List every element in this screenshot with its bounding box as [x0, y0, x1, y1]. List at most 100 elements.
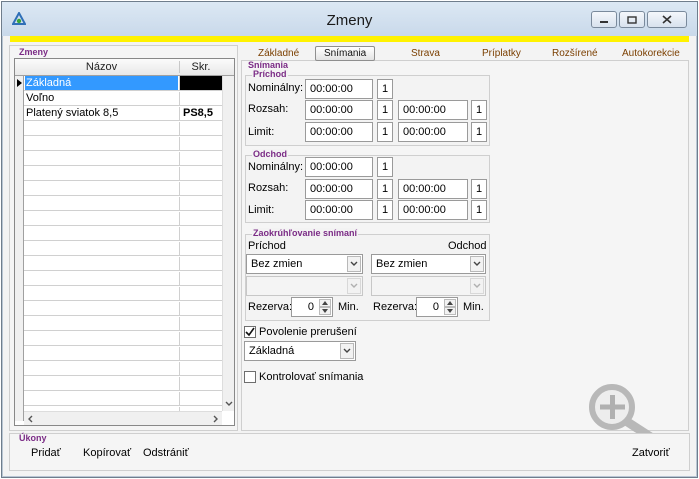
empty-table-row[interactable] — [15, 151, 222, 166]
prichod-rezerva-spinner[interactable]: 0 — [291, 297, 333, 317]
close-button[interactable]: Zatvoriť — [632, 447, 670, 459]
copy-button[interactable]: Kopírovať — [83, 447, 131, 459]
prichod-limit-to[interactable]: 00:00:00 — [398, 122, 468, 142]
empty-table-row[interactable] — [15, 286, 222, 301]
row-code — [179, 182, 222, 196]
scroll-down-icon[interactable] — [223, 399, 235, 409]
odchod-rozsah-from[interactable]: 00:00:00 — [305, 179, 373, 199]
odchod-limit-from-day[interactable]: 1 — [377, 200, 393, 220]
check-punches-label[interactable]: Kontrolovať snímania — [259, 371, 363, 383]
prichod-nominal-day[interactable]: 1 — [377, 79, 393, 99]
actions-group-label: Úkony — [19, 433, 47, 443]
scroll-left-icon[interactable] — [26, 413, 36, 425]
row-name: Platený sviatok 8,5 — [26, 107, 119, 119]
empty-table-row[interactable] — [15, 361, 222, 376]
delete-button[interactable]: Odstrániť — [143, 447, 189, 459]
chevron-down-icon[interactable] — [340, 343, 354, 359]
empty-table-row[interactable] — [15, 331, 222, 346]
maximize-button[interactable] — [619, 11, 645, 28]
scroll-right-icon[interactable] — [210, 413, 220, 425]
chevron-down-icon[interactable] — [347, 256, 361, 272]
row-header — [15, 391, 24, 406]
prichod-rozsah-from-day[interactable]: 1 — [377, 100, 393, 120]
empty-table-row[interactable] — [15, 241, 222, 256]
empty-table-row[interactable] — [15, 136, 222, 151]
row-header — [15, 151, 24, 166]
odchod-rozsah-to[interactable]: 00:00:00 — [398, 179, 468, 199]
chevron-down-icon[interactable] — [470, 256, 484, 272]
row-code — [179, 332, 222, 346]
empty-table-row[interactable] — [15, 316, 222, 331]
current-row-arrow-icon — [17, 79, 22, 87]
interruptions-select[interactable]: Základná — [244, 341, 356, 361]
tab-rozsirene[interactable]: Rozšírené — [552, 48, 598, 59]
vertical-scrollbar[interactable] — [222, 76, 234, 411]
spin-up-icon[interactable] — [444, 299, 456, 307]
horizontal-scrollbar[interactable] — [24, 411, 222, 425]
tab-autokorekcie[interactable]: Autokorekcie — [622, 48, 680, 59]
nominal-label: Nominálny: — [248, 161, 304, 173]
empty-table-row[interactable] — [15, 121, 222, 136]
empty-table-row[interactable] — [15, 196, 222, 211]
empty-table-row[interactable] — [15, 166, 222, 181]
interruptions-label[interactable]: Povolenie prerušení — [259, 326, 357, 338]
table-row[interactable]: Voľno — [15, 91, 222, 106]
table-row-selected[interactable]: Základná — [15, 76, 222, 91]
checkmark-icon — [245, 327, 255, 337]
odchod-nominal-day[interactable]: 1 — [377, 157, 393, 177]
prichod-rezerva-value: 0 — [307, 301, 314, 313]
odchod-rozsah-from-day[interactable]: 1 — [377, 179, 393, 199]
prichod-group-title: Príchod — [252, 69, 288, 79]
rounding-odchod-select[interactable]: Bez zmien — [371, 254, 486, 274]
minimize-button[interactable] — [591, 11, 617, 28]
odchod-limit-from[interactable]: 00:00:00 — [305, 200, 373, 220]
rezerva-label: Rezerva: — [373, 301, 418, 313]
odchod-rezerva-spinner[interactable]: 0 — [416, 297, 458, 317]
limit-label: Limit: — [248, 204, 275, 216]
prichod-limit-to-day[interactable]: 1 — [471, 122, 487, 142]
shifts-table[interactable]: Názov Skr. Základná Voľno Platený sviato… — [14, 58, 235, 426]
empty-table-row[interactable] — [15, 181, 222, 196]
rounding-prichod-select[interactable]: Bez zmien — [246, 254, 363, 274]
spin-up-icon[interactable] — [319, 299, 331, 307]
empty-table-row[interactable] — [15, 211, 222, 226]
column-header-code[interactable]: Skr. — [179, 61, 222, 73]
prichod-rozsah-to[interactable]: 00:00:00 — [398, 100, 468, 120]
empty-table-row[interactable] — [15, 301, 222, 316]
spin-down-icon[interactable] — [319, 307, 331, 315]
add-button[interactable]: Pridať — [31, 447, 61, 459]
nominal-label: Nominálny: — [248, 82, 304, 94]
row-code: PS8,5 — [179, 107, 222, 121]
interruptions-checkbox[interactable] — [244, 326, 256, 338]
tab-priplatky[interactable]: Príplatky — [482, 48, 521, 59]
spin-down-icon[interactable] — [444, 307, 456, 315]
column-header-name[interactable]: Názov — [24, 61, 179, 73]
tab-strava[interactable]: Strava — [411, 48, 440, 59]
rounding-odchod-secondary-select[interactable] — [371, 276, 486, 296]
odchod-limit-to[interactable]: 00:00:00 — [398, 200, 468, 220]
prichod-limit-from[interactable]: 00:00:00 — [305, 122, 373, 142]
odchod-nominal-time[interactable]: 00:00:00 — [305, 157, 373, 177]
row-code — [179, 122, 222, 136]
prichod-nominal-time[interactable]: 00:00:00 — [305, 79, 373, 99]
empty-table-row[interactable] — [15, 226, 222, 241]
tab-zakladne[interactable]: Základné — [258, 48, 299, 59]
odchod-limit-to-day[interactable]: 1 — [471, 200, 487, 220]
prichod-rozsah-from[interactable]: 00:00:00 — [305, 100, 373, 120]
title-bar[interactable]: Zmeny — [2, 2, 697, 36]
empty-table-row[interactable] — [15, 271, 222, 286]
prichod-rozsah-to-day[interactable]: 1 — [471, 100, 487, 120]
prichod-limit-from-day[interactable]: 1 — [377, 122, 393, 142]
close-window-button[interactable] — [647, 11, 687, 28]
odchod-rozsah-to-day[interactable]: 1 — [471, 179, 487, 199]
empty-table-row[interactable] — [15, 346, 222, 361]
tab-snimania[interactable]: Snímania — [315, 46, 376, 61]
rounding-prichod-secondary-select[interactable] — [246, 276, 363, 296]
row-header — [15, 406, 24, 421]
empty-table-row[interactable] — [15, 391, 222, 406]
empty-table-row[interactable] — [15, 256, 222, 271]
table-row[interactable]: Platený sviatok 8,5 PS8,5 — [15, 106, 222, 121]
check-punches-checkbox[interactable] — [244, 371, 256, 383]
rezerva-label: Rezerva: — [248, 301, 293, 313]
empty-table-row[interactable] — [15, 376, 222, 391]
